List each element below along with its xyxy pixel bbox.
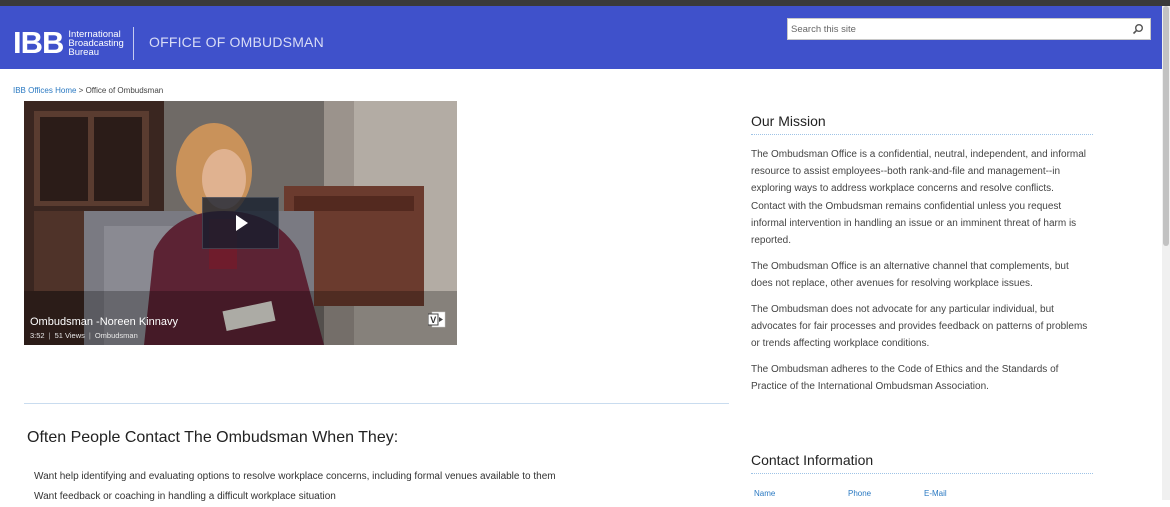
breadcrumb: IBB Offices Home > Office of Ombudsman <box>13 86 163 95</box>
column-header-name[interactable]: Name <box>754 489 775 498</box>
video-duration: 3:52 <box>30 331 45 340</box>
list-item: Want help identifying and evaluating opt… <box>34 471 556 482</box>
video-channel[interactable]: Ombudsman <box>95 331 138 340</box>
video-meta: 3:52 | 51 Views | Ombudsman <box>30 331 138 340</box>
office-video-icon: V <box>428 311 446 328</box>
mission-paragraph: The Ombudsman Office is an alternative c… <box>751 261 1069 290</box>
mission-paragraph: The Ombudsman Office is a confidential, … <box>751 149 1087 247</box>
logo-text: International Broadcasting Bureau <box>68 29 128 58</box>
ibb-logo[interactable]: IBB International Broadcasting Bureau <box>13 25 128 60</box>
search-box <box>787 18 1151 40</box>
list-item: Want feedback or coaching in handling a … <box>34 491 336 502</box>
logo-line: Bureau <box>68 46 100 58</box>
contact-reasons-list: Want help identifying and evaluating opt… <box>34 467 556 507</box>
search-input[interactable] <box>788 19 1118 39</box>
mission-paragraph: The Ombudsman does not advocate for any … <box>751 304 1088 350</box>
site-title[interactable]: OFFICE OF OMBUDSMAN <box>149 34 324 50</box>
mission-paragraph: The Ombudsman adheres to the Code of Eth… <box>751 364 1059 393</box>
scrollbar-thumb[interactable] <box>1163 6 1169 246</box>
search-icon[interactable] <box>1132 23 1144 35</box>
column-header-phone[interactable]: Phone <box>848 489 871 498</box>
meta-separator: | <box>48 331 51 340</box>
breadcrumb-current: Office of Ombudsman <box>85 86 164 95</box>
video-views: 51 Views <box>54 331 85 340</box>
column-header-email[interactable]: E-Mail <box>924 489 947 498</box>
page-scrollbar[interactable] <box>1162 6 1170 500</box>
breadcrumb-home-link[interactable]: IBB Offices Home <box>13 86 76 95</box>
logo-mark: IBB <box>13 25 64 60</box>
svg-text:V: V <box>430 315 436 325</box>
section-divider <box>24 403 729 404</box>
contact-title: Contact Information <box>751 452 1093 474</box>
video-player[interactable]: Ombudsman -Noreen Kinnavy 3:52 | 51 Views |… <box>24 101 457 345</box>
play-button[interactable] <box>202 197 279 249</box>
mission-title: Our Mission <box>751 113 1093 135</box>
breadcrumb-separator: > <box>76 86 86 95</box>
meta-separator: | <box>88 331 91 340</box>
site-header: IBB International Broadcasting Bureau OF… <box>0 6 1162 69</box>
contact-reasons-heading: Often People Contact The Ombudsman When … <box>27 429 399 446</box>
video-title[interactable]: Ombudsman -Noreen Kinnavy <box>30 316 178 328</box>
logo-divider <box>133 27 134 60</box>
